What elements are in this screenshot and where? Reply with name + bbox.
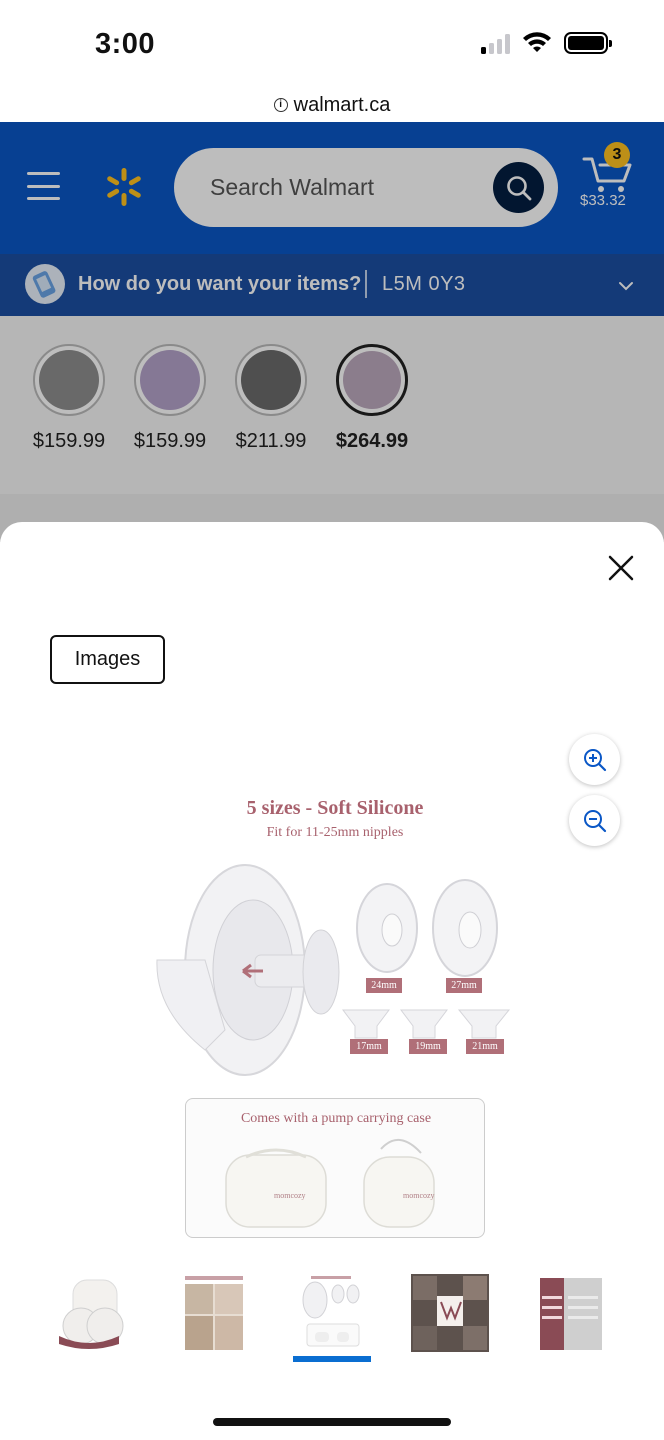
case-caption: Comes with a pump carrying case (240, 1111, 432, 1126)
close-icon[interactable] (607, 554, 635, 582)
thumbnail-collage-image[interactable] (411, 1272, 489, 1352)
image-subtitle: Fit for 11-25mm nipples (266, 825, 404, 840)
modal-backdrop[interactable] (0, 122, 664, 542)
carrying-case-panel: Comes with a pump carrying case momcozy … (185, 1098, 485, 1238)
thumbnail-sizes-image-selected[interactable] (293, 1272, 371, 1352)
thumbnail-lifestyle-photo[interactable] (177, 1272, 255, 1352)
zoom-in-icon (583, 748, 606, 771)
battery-icon (564, 32, 612, 54)
size-label: 27mm (446, 978, 482, 993)
status-time: 3:00 (95, 28, 156, 60)
brand-mark: momcozy (274, 1191, 306, 1200)
thumbnail-strip (0, 1272, 664, 1362)
cellular-signal-icon (481, 32, 510, 54)
image-title: 5 sizes - Soft Silicone (246, 797, 424, 819)
url-text: walmart.ca (293, 93, 391, 116)
size-label: 21mm (466, 1039, 504, 1054)
carrying-case-illustration (225, 1139, 435, 1228)
home-indicator[interactable] (213, 1418, 451, 1426)
wifi-icon (523, 32, 551, 52)
status-bar: 3:00 (0, 0, 664, 88)
brand-mark: momcozy (403, 1191, 435, 1200)
zoom-out-button[interactable] (569, 795, 620, 846)
zoom-in-button[interactable] (569, 734, 620, 785)
status-icons (481, 32, 612, 54)
zoom-out-icon (583, 809, 606, 832)
thumbnail-comparison-chart[interactable] (528, 1272, 606, 1352)
size-label: 19mm (409, 1039, 447, 1054)
thumbnail-product-pump[interactable] (55, 1272, 133, 1352)
size-label: 17mm (350, 1039, 388, 1054)
product-image[interactable]: 5 sizes - Soft Silicone Fit for 11-25mm … (145, 780, 515, 1250)
tab-images[interactable]: Images (50, 635, 165, 684)
site-info-icon[interactable]: i (273, 98, 288, 112)
selected-thumbnail-indicator (293, 1356, 371, 1362)
address-bar[interactable]: i walmart.ca (0, 88, 664, 122)
size-label: 24mm (366, 978, 402, 993)
